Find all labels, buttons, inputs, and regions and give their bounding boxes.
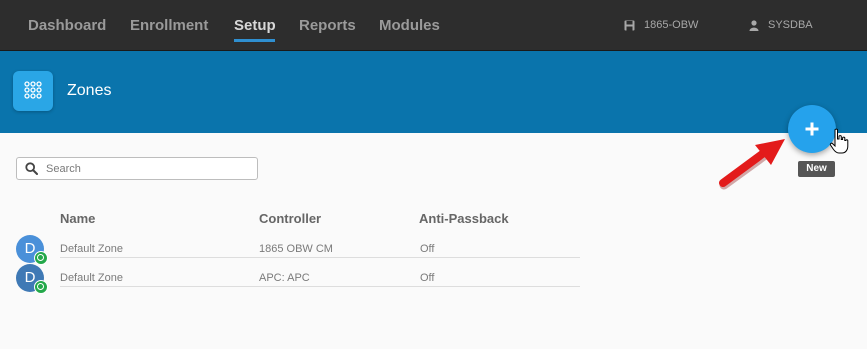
zone-antipassback: Off: [420, 272, 435, 284]
row-divider: [60, 286, 580, 287]
floppy-disk-icon: [624, 20, 635, 30]
user-name: SYSDBA: [768, 19, 813, 31]
zone-controller: 1865 OBW CM: [259, 243, 333, 255]
table-row[interactable]: D Default Zone APC: APC Off: [16, 264, 580, 294]
site-selector[interactable]: 1865-OBW: [624, 19, 698, 31]
nav-dashboard[interactable]: Dashboard: [28, 17, 106, 34]
nav-enrollment[interactable]: Enrollment: [130, 17, 208, 34]
zone-name: Default Zone: [60, 272, 123, 284]
red-arrow-annotation: [719, 139, 785, 190]
search-box: [16, 157, 258, 180]
nav-setup[interactable]: Setup: [234, 17, 276, 34]
new-button-tooltip: New: [798, 161, 835, 177]
page-title: Zones: [67, 82, 112, 99]
search-input[interactable]: [46, 160, 251, 177]
column-header-controller[interactable]: Controller: [259, 211, 321, 226]
nav-modules[interactable]: Modules: [379, 17, 440, 34]
user-icon: [749, 19, 759, 31]
online-status-icon: [34, 280, 48, 294]
user-menu[interactable]: SYSDBA: [749, 19, 813, 31]
plus-icon: [805, 122, 819, 136]
column-header-name[interactable]: Name: [60, 211, 95, 226]
table-row[interactable]: D Default Zone 1865 OBW CM Off: [16, 235, 580, 265]
page-header: Zones: [0, 51, 867, 133]
zones-icon: [13, 71, 53, 111]
zone-controller: APC: APC: [259, 272, 310, 284]
active-tab-indicator: [234, 39, 275, 42]
row-divider: [60, 257, 580, 258]
search-icon: [25, 162, 38, 175]
hand-cursor-icon: [829, 128, 849, 154]
top-nav: Dashboard Enrollment Setup Reports Modul…: [0, 0, 867, 51]
column-header-antipassback[interactable]: Anti-Passback: [419, 211, 509, 226]
site-name: 1865-OBW: [644, 19, 699, 31]
zone-antipassback: Off: [420, 243, 435, 255]
zone-name: Default Zone: [60, 243, 123, 255]
online-status-icon: [34, 251, 48, 265]
nav-reports[interactable]: Reports: [299, 17, 356, 34]
